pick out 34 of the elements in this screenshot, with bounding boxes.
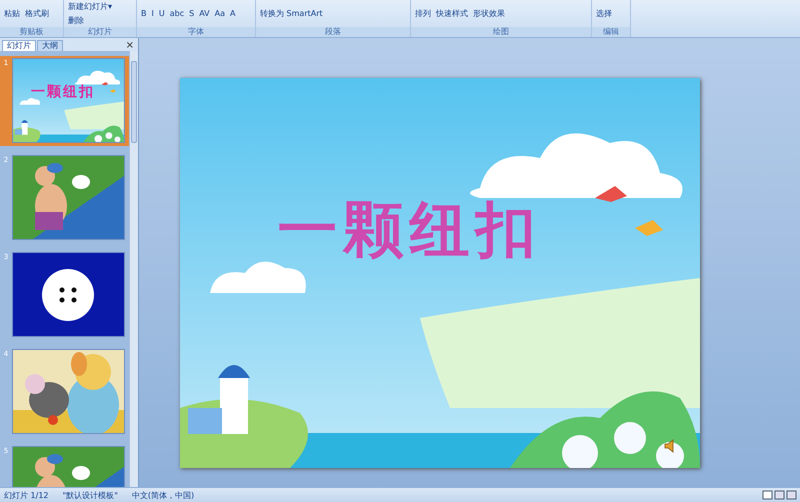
group-label: 绘图 [411, 27, 591, 37]
panel-tab[interactable]: 大纲 [37, 40, 63, 51]
scrollbar[interactable] [129, 51, 138, 487]
status-text: 中文(简体，中国) [132, 490, 194, 500]
ribbon-button[interactable]: 粘贴 [3, 9, 21, 18]
group-label: 编辑 [592, 27, 630, 37]
ribbon-button[interactable]: I [150, 9, 155, 18]
thumbnail-title: 一颗纽扣 [31, 83, 95, 101]
close-button[interactable]: × [122, 41, 138, 51]
ribbon-button[interactable]: Aa [214, 9, 226, 18]
ribbon-button[interactable]: S [188, 9, 196, 18]
view-buttons-icon[interactable] [762, 490, 798, 500]
ribbon-button[interactable]: AV [198, 9, 211, 18]
ribbon-button[interactable]: 删除 [67, 16, 85, 25]
status-text: "默认设计模板" [62, 490, 118, 500]
ribbon-button[interactable]: B [140, 9, 148, 18]
ribbon-button[interactable]: abc [168, 9, 186, 18]
ribbon-button[interactable]: 快速样式 [435, 9, 469, 18]
panel-tab[interactable]: 幻灯片 [2, 40, 36, 51]
ribbon-button[interactable]: U [158, 9, 166, 18]
ribbon-button[interactable]: 转换为 SmartArt [259, 9, 324, 18]
ribbon-button[interactable]: 新建幻灯片▾ [67, 2, 114, 11]
group-label: 幻灯片 [64, 27, 136, 37]
ribbon-button[interactable]: 格式刷 [24, 9, 50, 18]
group-label: 字体 [137, 27, 255, 37]
ribbon-button[interactable]: 形状效果 [472, 9, 506, 18]
ribbon-button[interactable]: 选择 [595, 9, 613, 18]
ribbon-button[interactable]: 排列 [414, 9, 432, 18]
speaker-icon[interactable] [664, 438, 676, 452]
group-label: 剪贴板 [0, 27, 63, 37]
ribbon-button[interactable]: A [229, 9, 236, 18]
status-text: 幻灯片 1/12 [4, 490, 49, 500]
slide-title: 一颗纽扣 [278, 194, 542, 266]
group-label: 段落 [256, 27, 410, 37]
